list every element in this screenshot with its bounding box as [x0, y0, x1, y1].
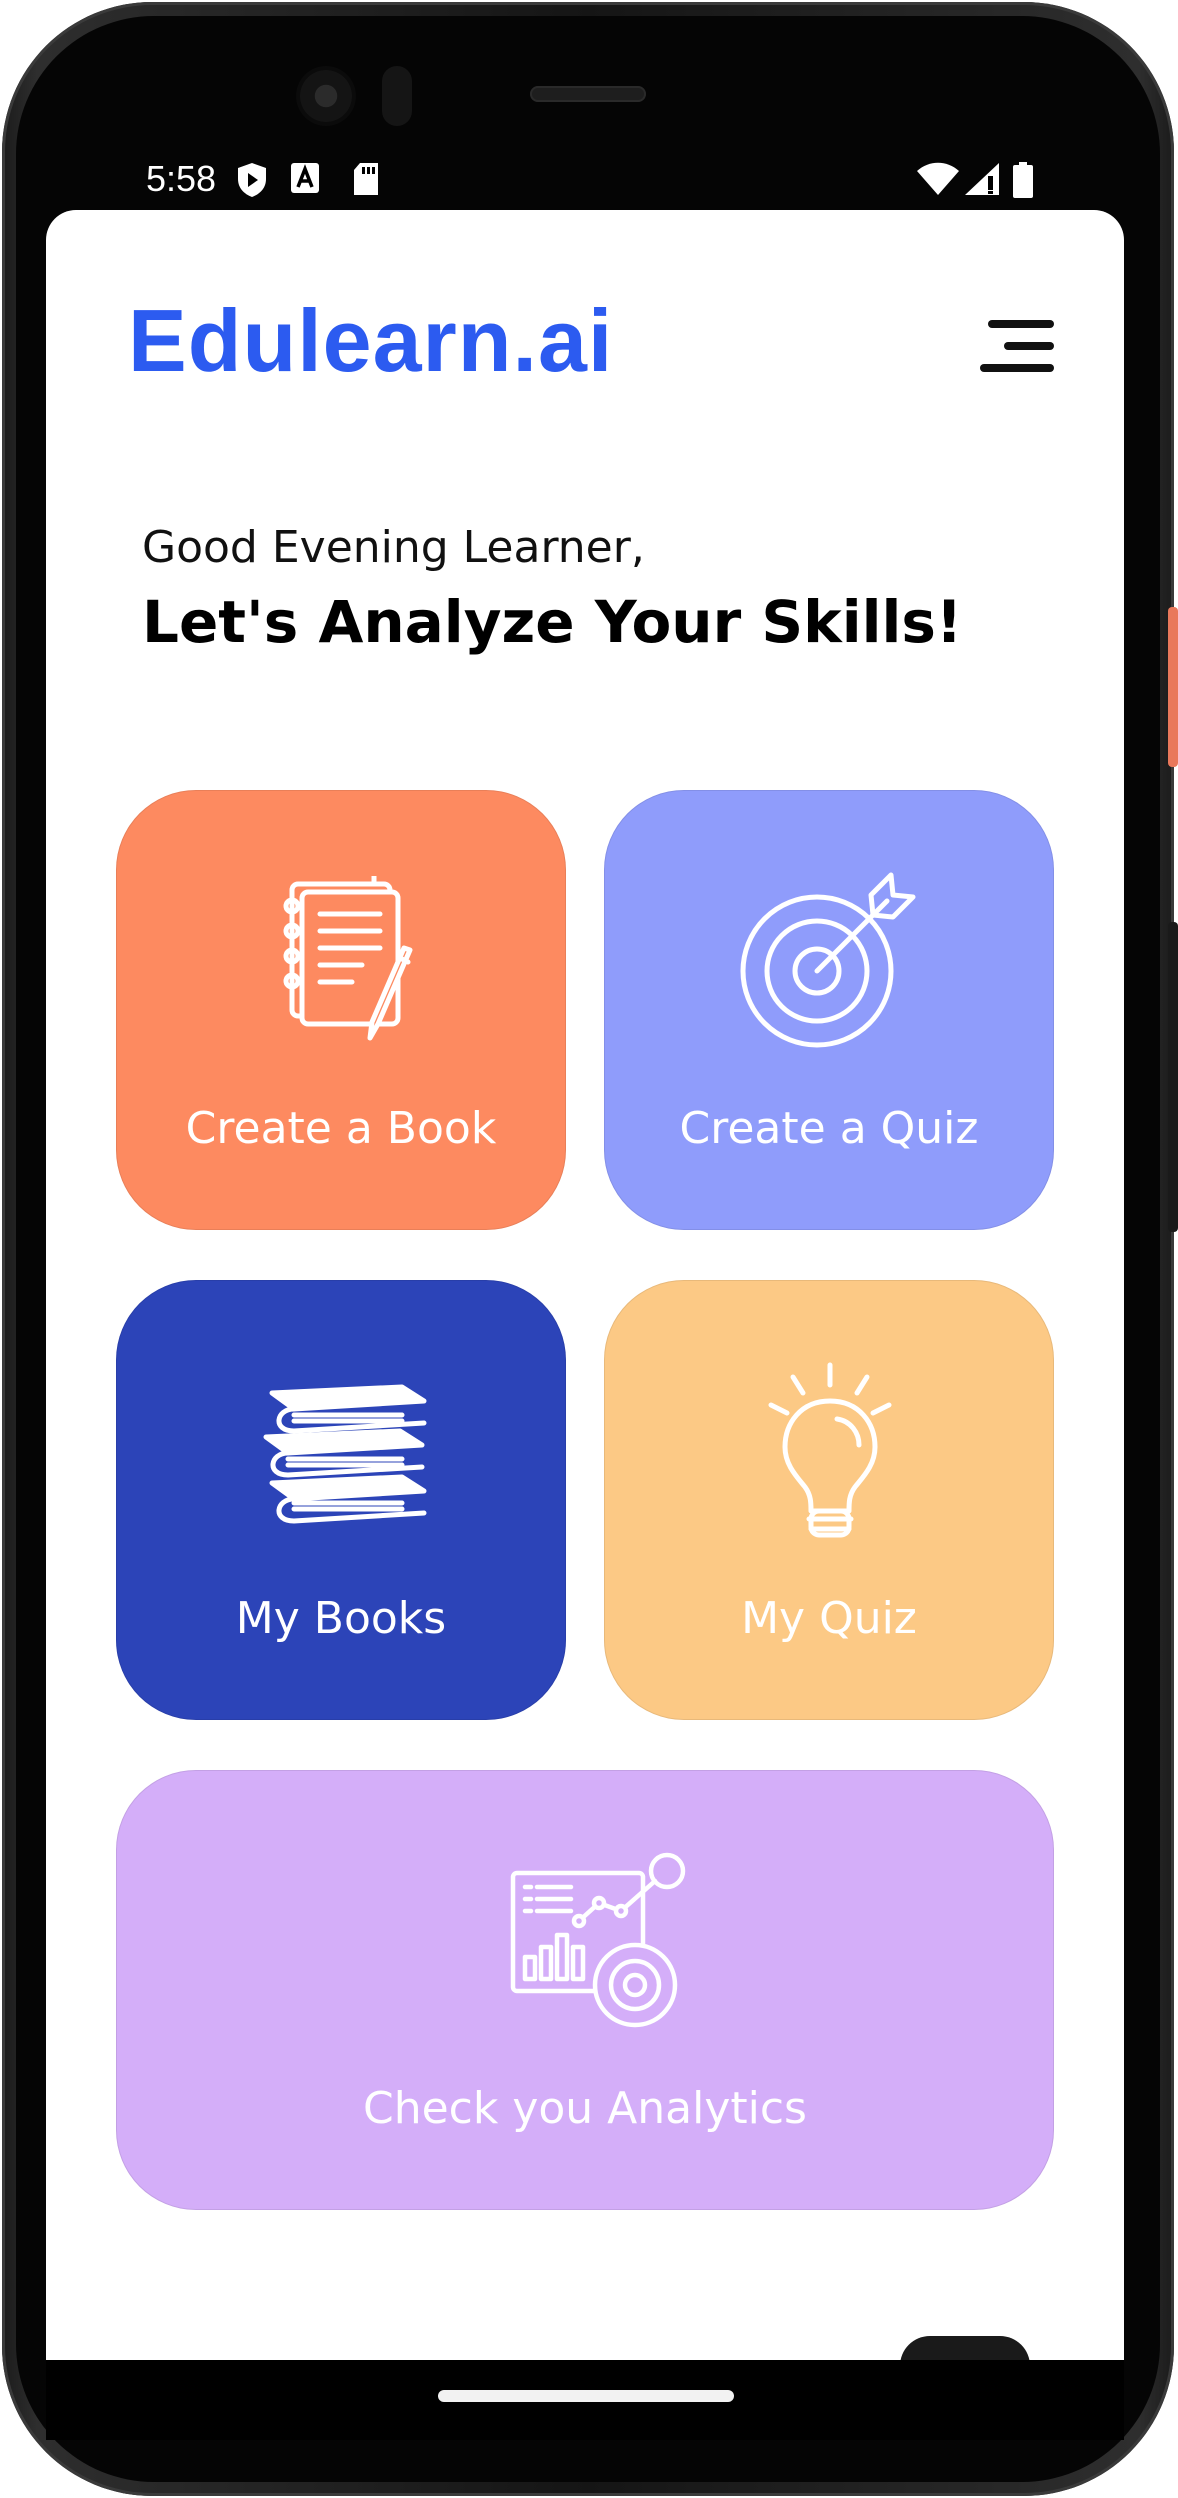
home-gesture-handle[interactable]	[438, 2390, 734, 2402]
card-label-my-books: My Books	[235, 1593, 447, 1644]
status-time: 5:58	[146, 158, 217, 199]
earpiece-speaker	[530, 86, 646, 102]
volume-button	[1168, 922, 1178, 1232]
analytics-chart-icon	[510, 1852, 686, 2028]
wifi-icon	[917, 162, 959, 195]
font-a-icon	[291, 163, 319, 193]
system-nav-bar	[46, 2360, 1124, 2440]
analytics-card[interactable]: Check you Analytics	[116, 1770, 1054, 2210]
battery-icon	[1013, 162, 1033, 198]
card-label-create-quiz: Create a Quiz	[679, 1103, 979, 1154]
app-logo: Edulearn.ai	[128, 291, 614, 390]
my-books-card[interactable]: My Books	[116, 1280, 566, 1720]
power-button	[1168, 607, 1178, 767]
app-screen: Edulearn.ai Good Evening Learner, Let's …	[46, 210, 1124, 2360]
proximity-sensor	[382, 66, 412, 126]
create-quiz-card[interactable]: Create a Quiz	[604, 790, 1054, 1230]
my-quiz-card[interactable]: My Quiz	[604, 1280, 1054, 1720]
card-label-analytics: Check you Analytics	[363, 2083, 807, 2134]
card-label-create-book: Create a Book	[185, 1103, 497, 1154]
page-headline: Let's Analyze Your Skills!	[142, 588, 963, 656]
lightbulb-icon	[768, 1362, 892, 1538]
notebook-pencil-icon	[283, 876, 413, 1041]
card-label-my-quiz: My Quiz	[741, 1593, 917, 1644]
sd-card-icon	[354, 163, 378, 195]
greeting-text: Good Evening Learner,	[142, 522, 645, 573]
create-book-card[interactable]: Create a Book	[116, 790, 566, 1230]
status-bar: 5:58	[46, 150, 1124, 210]
cell-signal-icon	[965, 163, 999, 195]
books-stack-icon	[263, 1384, 427, 1524]
front-camera	[300, 70, 352, 122]
shield-play-icon	[238, 163, 266, 197]
target-arrow-icon	[740, 872, 916, 1048]
hamburger-menu-icon[interactable]	[974, 310, 1054, 380]
